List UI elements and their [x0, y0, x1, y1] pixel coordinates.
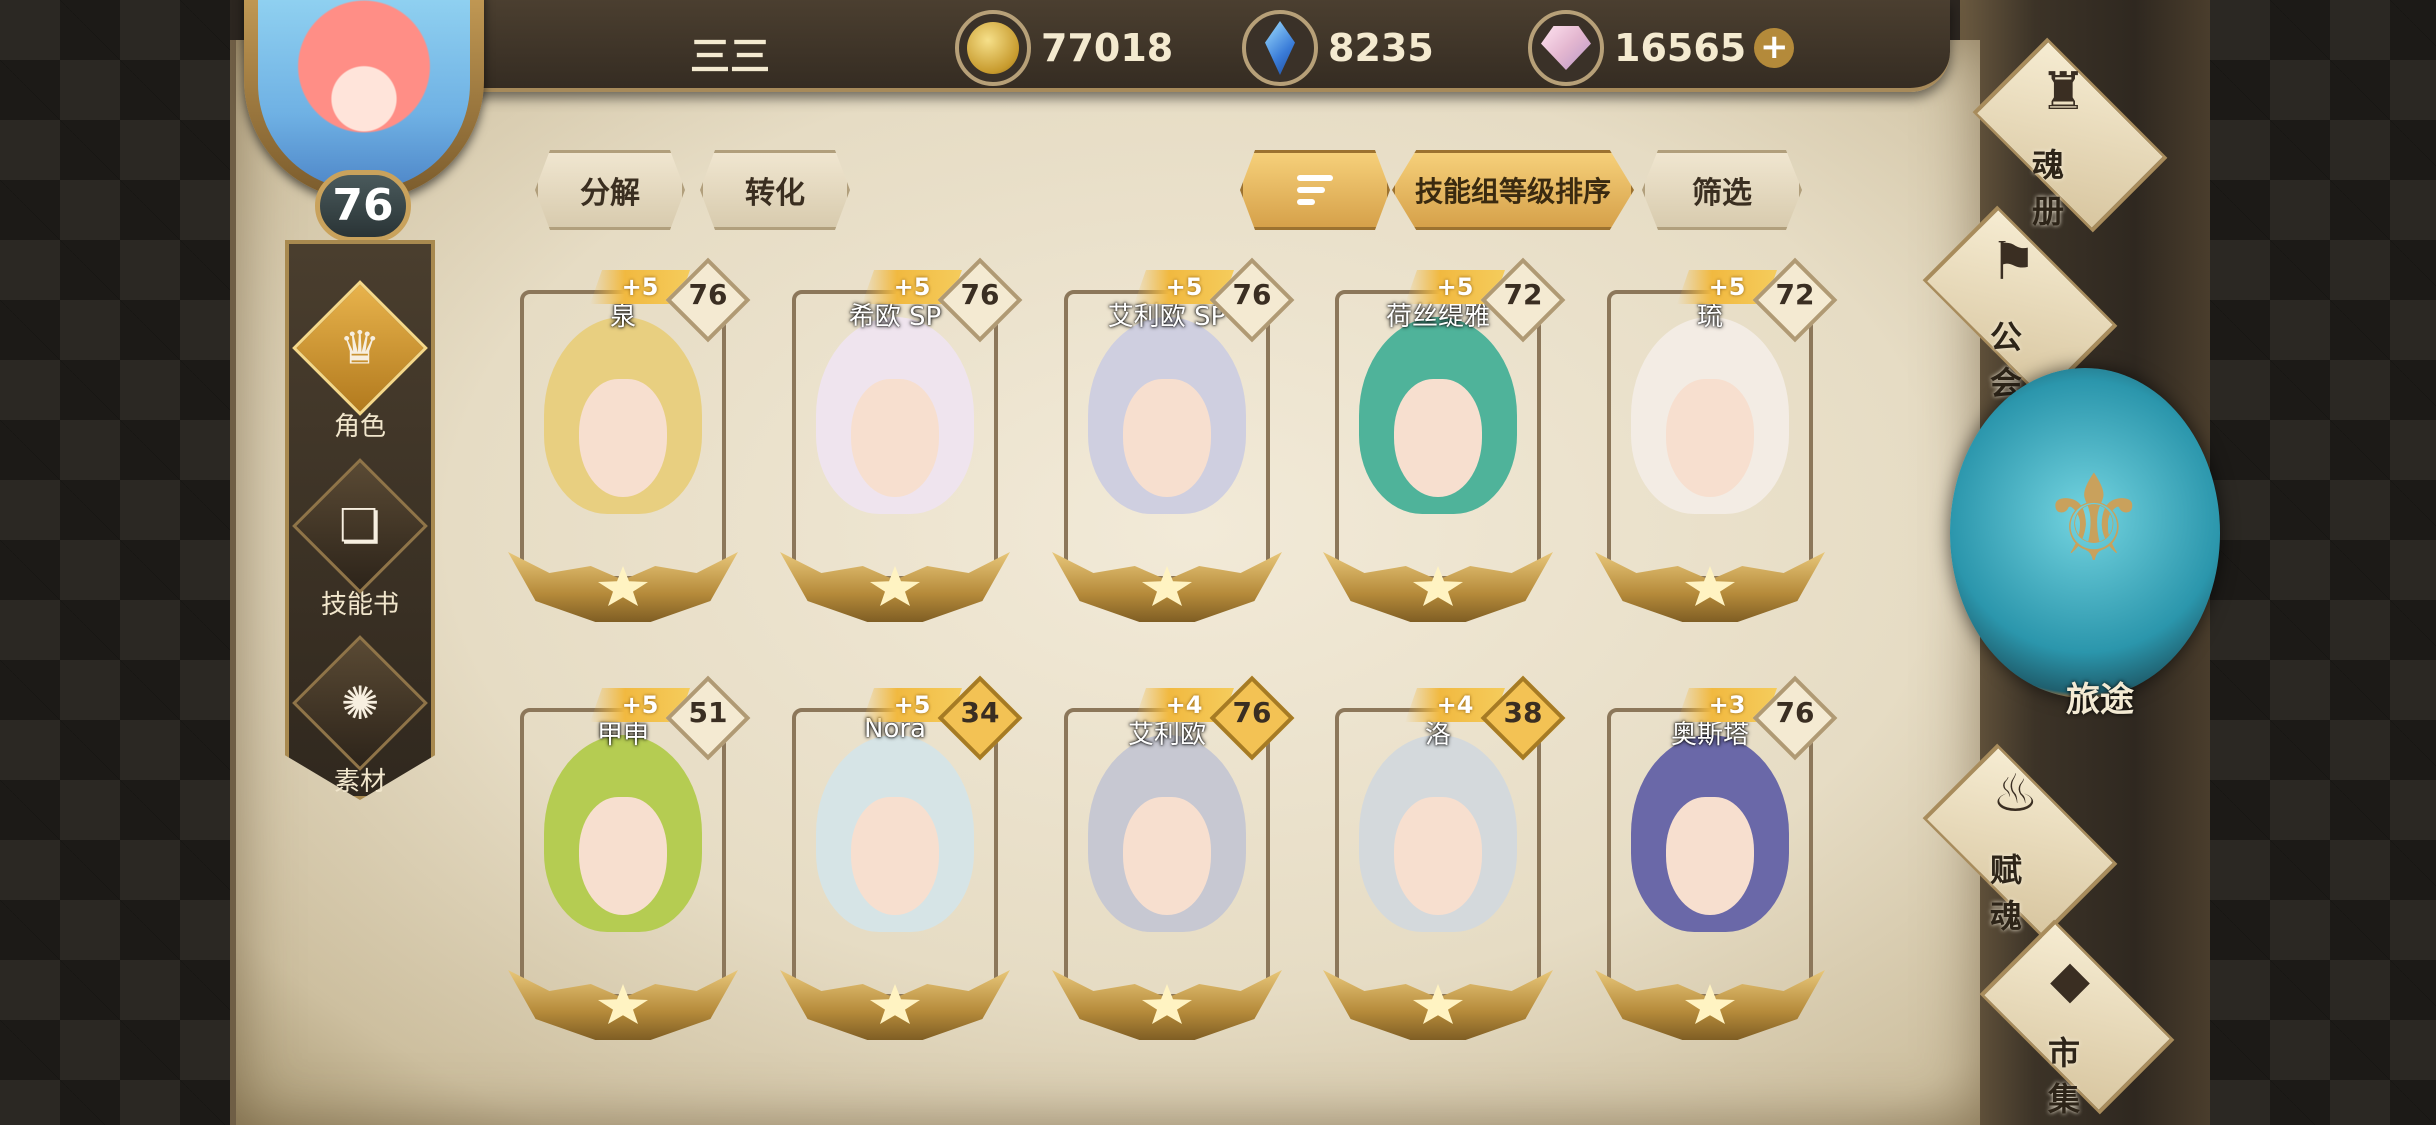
- player-avatar[interactable]: 76: [220, 0, 506, 242]
- character-card[interactable]: 甲申 +5 51: [508, 675, 751, 1048]
- left-wall-decoration: [0, 0, 230, 1125]
- gold-coin-icon: [955, 10, 1031, 86]
- character-card[interactable]: 奥斯塔 +3 76: [1595, 675, 1838, 1048]
- character-card[interactable]: 艾利欧 SP +5 76: [1052, 257, 1295, 630]
- character-card[interactable]: Nora +5 34: [780, 675, 1023, 1048]
- character-card[interactable]: 洛 +4 38: [1323, 675, 1566, 1048]
- character-level: 76: [1232, 696, 1272, 729]
- character-level: 34: [960, 696, 1000, 729]
- character-card[interactable]: 泉 +5 76: [508, 257, 751, 630]
- player-name: 三三: [690, 34, 770, 80]
- decompose-button[interactable]: 分解: [535, 150, 685, 230]
- character-card[interactable]: 荷丝缇雅 +5 72: [1323, 257, 1566, 630]
- journey-label: 旅途: [2066, 680, 2134, 720]
- crystal-currency: 8235: [1242, 10, 1434, 86]
- convert-button[interactable]: 转化: [700, 150, 850, 230]
- add-gem-button[interactable]: +: [1754, 28, 1795, 68]
- journey-emblem-icon: ⚜: [2040, 450, 2148, 589]
- soul-book-label: 魂册: [2032, 146, 2065, 230]
- character-level: 51: [688, 696, 728, 729]
- helmet-icon: ♛: [292, 280, 428, 416]
- character-card[interactable]: 琉 +5 72: [1595, 257, 1838, 630]
- character-level: 76: [1232, 278, 1272, 311]
- sort-skill-level-button[interactable]: 技能组等级排序: [1392, 150, 1634, 230]
- character-portrait: [1064, 290, 1270, 580]
- character-portrait: [1607, 290, 1813, 580]
- book-icon: ❏: [292, 458, 428, 594]
- gem-value: 16565: [1614, 26, 1747, 70]
- character-portrait: [1335, 290, 1541, 580]
- character-portrait: [1335, 708, 1541, 998]
- character-portrait: [520, 290, 726, 580]
- character-portrait: [1064, 708, 1270, 998]
- gold-value: 77018: [1041, 26, 1174, 70]
- right-wall-decoration: [2210, 0, 2436, 1125]
- market-label: 市集: [2048, 1034, 2081, 1118]
- pink-gem-icon: [1528, 10, 1604, 86]
- player-level-badge: 76: [315, 170, 411, 242]
- character-card[interactable]: 希欧 SP +5 76: [780, 257, 1023, 630]
- character-level: 72: [1775, 278, 1815, 311]
- character-level: 72: [1503, 278, 1543, 311]
- blue-crystal-icon: [1242, 10, 1318, 86]
- sort-order-button[interactable]: [1240, 150, 1390, 230]
- character-level: 76: [688, 278, 728, 311]
- character-portrait: [792, 290, 998, 580]
- sidebar-item-materials[interactable]: ✺ 素材: [285, 635, 435, 798]
- endow-soul-label: 赋魂: [1990, 851, 2023, 935]
- character-card[interactable]: 艾利欧 +4 76: [1052, 675, 1295, 1048]
- guild-banner-icon: ⚑: [1990, 232, 2037, 292]
- character-level: 38: [1503, 696, 1543, 729]
- beast-icon: ✺: [292, 635, 428, 771]
- filter-button[interactable]: 筛选: [1642, 150, 1802, 230]
- sidebar-item-skill-books[interactable]: ❏ 技能书: [285, 458, 435, 621]
- gold-currency: 77018: [955, 10, 1173, 86]
- gem-currency: 16565 +: [1528, 10, 1795, 86]
- character-portrait: [520, 708, 726, 998]
- helmet-icon: ♜: [2040, 62, 2087, 122]
- sidebar-item-characters[interactable]: ♛ 角色: [285, 280, 435, 443]
- sort-icon: [1297, 175, 1333, 205]
- character-portrait: [1607, 708, 1813, 998]
- character-portrait: [792, 708, 998, 998]
- flame-icon: ♨: [1992, 764, 2039, 824]
- crystal-value: 8235: [1328, 26, 1434, 70]
- character-level: 76: [960, 278, 1000, 311]
- gem-icon: ◆: [2050, 950, 2090, 1010]
- character-level: 76: [1775, 696, 1815, 729]
